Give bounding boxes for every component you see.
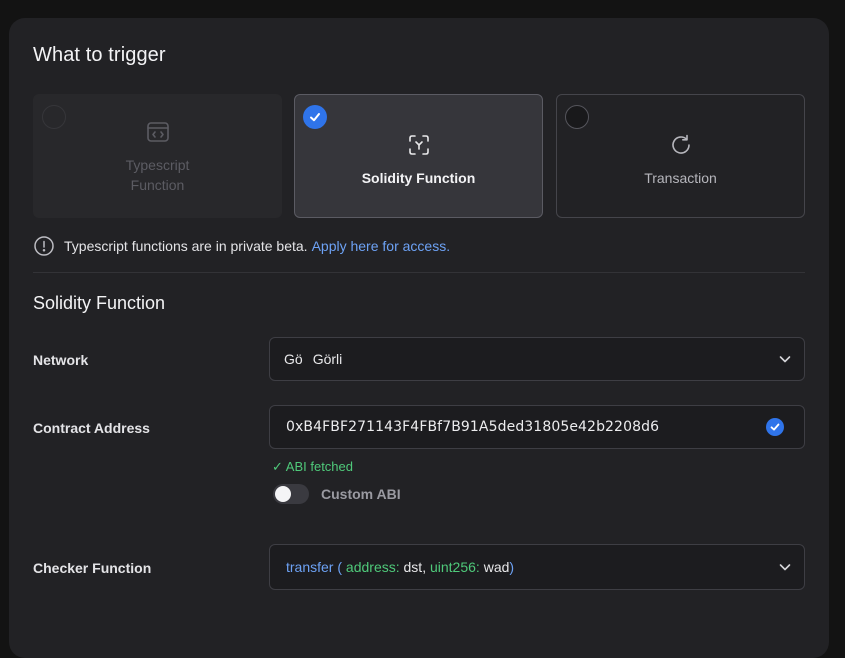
network-value: Görli [312, 351, 343, 367]
radio-selected-check-icon[interactable] [303, 105, 327, 129]
toggle-knob [275, 486, 291, 502]
param-type: address: [345, 559, 400, 575]
param-name: dst, [399, 559, 430, 575]
verified-check-icon [766, 418, 784, 436]
solidity-section-title: Solidity Function [33, 293, 166, 313]
network-abbr: Gö [284, 351, 303, 367]
paren-close: ) [509, 559, 515, 575]
code-window-icon [145, 119, 171, 145]
chevron-down-icon [779, 564, 791, 571]
divider [33, 272, 805, 273]
contract-address-input[interactable]: 0xB4FBF271143F4FBf7B91A5ded31805e42b2208… [269, 405, 805, 449]
custom-abi-label: Custom ABI [321, 486, 401, 502]
contract-address-value: 0xB4FBF271143F4FBf7B91A5ded31805e42b2208… [286, 419, 660, 435]
info-circle-icon [34, 236, 54, 256]
param-type: uint256: [429, 559, 480, 575]
contract-address-label: Contract Address [33, 420, 150, 436]
custom-abi-toggle[interactable] [273, 484, 309, 504]
section-title: What to trigger [33, 44, 166, 66]
radio-unselected[interactable] [42, 105, 66, 129]
option-typescript-function[interactable]: Typescript Function [33, 94, 282, 218]
access-link[interactable]: Apply here for access. [312, 238, 451, 254]
function-name: transfer [286, 559, 334, 575]
network-select[interactable]: Gö Görli [269, 337, 805, 381]
param-name: wad [479, 559, 510, 575]
trigger-options: Typescript Function Solidity Function Tr… [33, 94, 805, 218]
solidity-icon [406, 132, 432, 158]
option-label: Typescript Function [125, 157, 190, 193]
option-transaction[interactable]: Transaction [556, 94, 805, 218]
network-label: Network [33, 352, 89, 368]
notice-text: Typescript functions are in private beta… [64, 238, 308, 254]
checker-function-select[interactable]: transfer ( address: dst, uint256: wad) [269, 544, 805, 590]
radio-unselected[interactable] [565, 105, 589, 129]
option-label: Solidity Function [361, 170, 476, 186]
custom-abi-row: Custom ABI [273, 484, 401, 504]
checker-function-label: Checker Function [33, 560, 152, 576]
chevron-down-icon [779, 356, 791, 363]
trigger-panel: What to trigger Typescript Function Soli… [9, 18, 829, 658]
option-label: Transaction [644, 170, 717, 186]
paren-open: ( [333, 559, 346, 575]
beta-notice: Typescript functions are in private beta… [33, 234, 450, 258]
abi-fetched-status: ✓ ABI fetched [272, 459, 353, 474]
option-solidity-function[interactable]: Solidity Function [294, 94, 543, 218]
refresh-icon [668, 132, 694, 158]
